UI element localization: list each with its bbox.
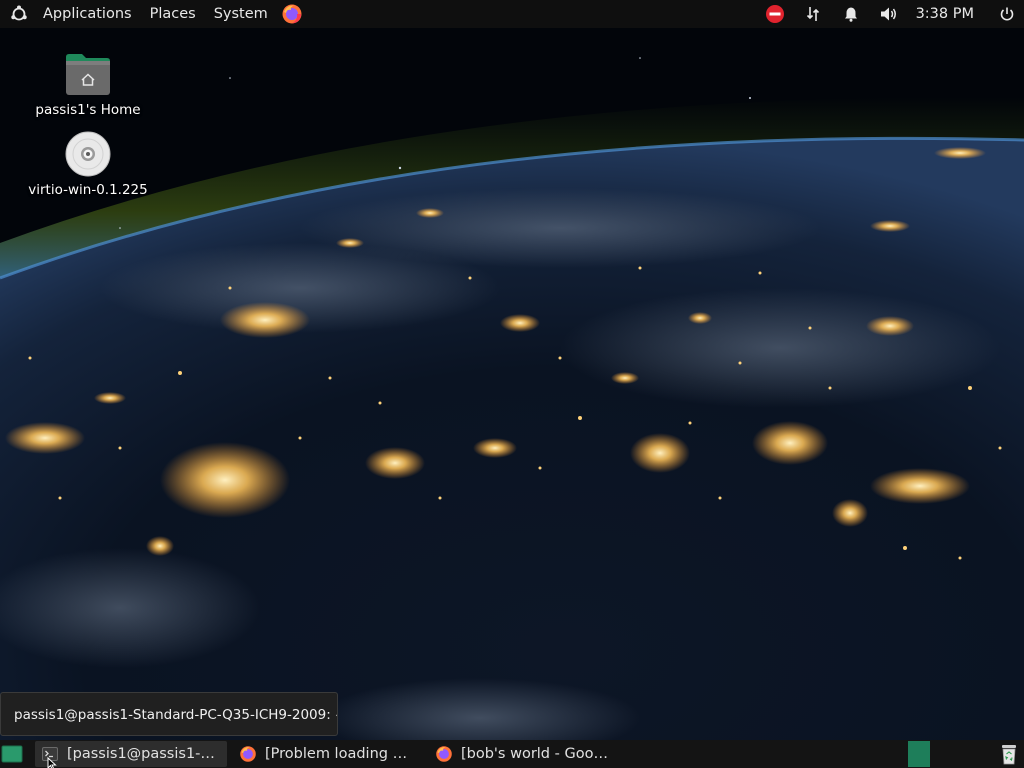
home-folder-icon (64, 50, 112, 98)
taskbar-task-label: [Problem loading pag... (265, 746, 415, 762)
top-panel-tray: 3:38 PM (756, 0, 1024, 28)
desktop-screen: Applications Places System 3:38 PM passi… (0, 0, 1024, 768)
clock[interactable]: 3:38 PM (916, 6, 974, 22)
system-menu[interactable]: System (205, 0, 277, 28)
taskbar-task-firefox-bobs-world[interactable]: [bob's world - Google ... (429, 741, 619, 767)
desktop-wallpaper (0, 28, 1024, 740)
taskbar-task-label: [bob's world - Google ... (461, 746, 611, 762)
firefox-launcher-icon[interactable] (281, 3, 303, 25)
earth-night-image (0, 28, 1024, 740)
taskbar-task-terminal[interactable]: [passis1@passis1-Sta... (35, 741, 227, 767)
firefox-icon (435, 745, 453, 763)
desktop-icon-virtio-disc[interactable]: virtio-win-0.1.225 (23, 130, 153, 198)
trash-icon[interactable] (998, 742, 1020, 766)
volume-icon[interactable] (878, 3, 900, 25)
optical-disc-icon (64, 130, 112, 178)
top-panel-left: Applications Places System (0, 0, 303, 28)
do-not-disturb-icon[interactable] (764, 3, 786, 25)
taskbar-task-firefox-problem[interactable]: [Problem loading pag... (233, 741, 423, 767)
taskbar-tooltip: passis1@passis1-Standard-PC-Q35-ICH9-200… (0, 692, 338, 736)
taskbar-task-label: [passis1@passis1-Sta... (67, 746, 219, 762)
desktop-icon-home[interactable]: passis1's Home (23, 50, 153, 118)
ubuntu-logo-icon[interactable] (10, 5, 28, 23)
bottom-panel: [passis1@passis1-Sta... [Problem loading… (0, 740, 1024, 768)
applications-menu[interactable]: Applications (34, 0, 141, 28)
show-desktop-icon[interactable] (1, 744, 23, 764)
desktop-icon-virtio-label: virtio-win-0.1.225 (28, 182, 148, 198)
desktop-icon-home-label: passis1's Home (35, 102, 141, 118)
top-panel: Applications Places System 3:38 PM (0, 0, 1024, 28)
network-icon[interactable] (802, 3, 824, 25)
places-menu[interactable]: Places (141, 0, 205, 28)
mouse-cursor-icon (47, 757, 57, 768)
power-icon[interactable] (996, 3, 1018, 25)
firefox-icon (239, 745, 257, 763)
workspace-switcher[interactable] (908, 741, 930, 767)
bell-icon[interactable] (840, 3, 862, 25)
